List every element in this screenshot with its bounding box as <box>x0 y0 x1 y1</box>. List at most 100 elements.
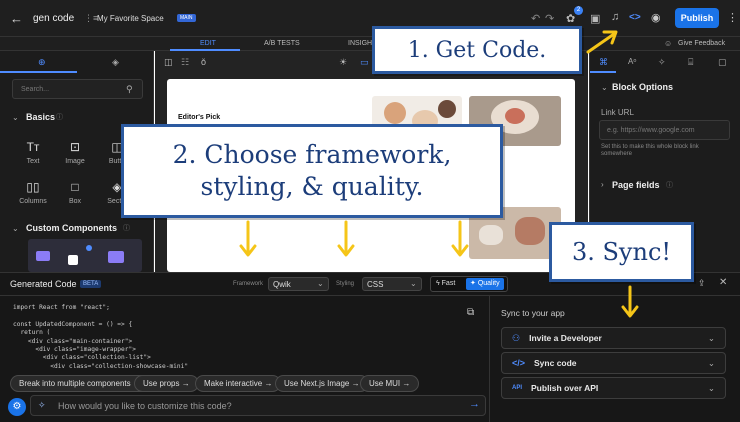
arrow-framework <box>239 220 257 257</box>
box-icon: □ <box>71 179 79 194</box>
custom-component-preview[interactable] <box>28 239 142 272</box>
quality-toggle[interactable]: ϟ Fast ✦ Quality <box>430 276 508 292</box>
page-fields-chevron-icon[interactable]: › <box>601 180 604 189</box>
undo-icon[interactable]: ↶ <box>531 12 540 25</box>
builder-app: ← gen code ⋮≡ My Favorite Space MAIN ↶ ↷… <box>0 0 740 422</box>
publish-button[interactable]: Publish <box>675 8 719 28</box>
callout-text: 3. Sync! <box>571 238 672 266</box>
chip-use-props[interactable]: Use props → <box>134 375 199 392</box>
code-icon[interactable]: <> <box>629 12 641 23</box>
chip-label: Make interactive <box>204 379 263 388</box>
chip-use-nextjs-image[interactable]: Use Next.js Image → <box>275 375 369 392</box>
block-columns[interactable]: ▯▯ Columns <box>16 175 50 209</box>
fast-option[interactable]: ϟ Fast <box>436 280 455 287</box>
callout-text: 2. Choose framework, <box>172 140 452 169</box>
redo-icon[interactable]: ↷ <box>545 12 554 25</box>
tile-label: Columns <box>19 197 47 205</box>
layers-tab-icon[interactable]: ◈ <box>112 57 119 68</box>
info-icon: ⓘ <box>123 225 130 232</box>
link-hint: Set this to make this whole block link s… <box>601 144 699 157</box>
sync-title: Sync to your app <box>501 308 565 318</box>
cup-shape <box>515 217 545 245</box>
share-icon[interactable]: ⇪ <box>698 278 706 289</box>
chevron-down-icon: ⌄ <box>410 279 417 288</box>
column-divider <box>489 295 490 422</box>
styling-select[interactable]: CSS ⌄ <box>362 277 422 291</box>
tab-ab-tests[interactable]: A/B TESTS <box>264 40 300 47</box>
space-name[interactable]: My Favorite Space <box>97 14 164 23</box>
calendar-icon[interactable]: ▣ <box>590 12 600 25</box>
link-url-input[interactable]: e.g. https://www.google.com <box>599 120 730 140</box>
bug-icon[interactable]: ✿ <box>566 12 575 25</box>
bell-icon[interactable]: ♫ <box>611 11 619 23</box>
page-fields-heading: Page fields <box>612 180 660 190</box>
block-box[interactable]: □ Box <box>58 175 92 209</box>
plate-shape <box>505 108 525 124</box>
basics-chevron-icon[interactable]: ⌄ <box>12 113 19 122</box>
framework-select[interactable]: Qwik ⌄ <box>268 277 329 291</box>
block-options-heading: Block Options <box>612 82 674 92</box>
preview-eye-icon[interactable]: ◉ <box>651 11 661 24</box>
settings-gear-icon[interactable]: ⚙ <box>8 398 26 416</box>
link-url-label: Link URL <box>601 108 634 117</box>
invite-developer-item[interactable]: ⚇ Invite a Developer ⌄ <box>501 327 726 349</box>
chip-label: Break into multiple components <box>19 379 131 388</box>
block-options-chevron-icon[interactable]: ⌄ <box>601 83 608 92</box>
code-line: <div class="image-wrapper"> <box>13 346 136 354</box>
close-icon[interactable]: ✕ <box>719 277 727 288</box>
more-menu-icon[interactable]: ⋮ <box>727 11 738 24</box>
custom-chevron-icon[interactable]: ⌄ <box>12 224 19 233</box>
block-image[interactable]: ⊡ Image <box>58 135 92 169</box>
search-icon: ⚲ <box>126 84 133 94</box>
editors-pick-heading: Editor's Pick <box>178 114 221 121</box>
sparkle-icon: ✧ <box>38 400 46 410</box>
data-tab-icon[interactable]: ⌸ <box>688 57 693 68</box>
comments-tab-icon[interactable]: ▢ <box>718 57 727 68</box>
interact-icon[interactable]: ǒ <box>201 57 206 67</box>
chip-label: Use MUI <box>369 379 401 388</box>
sync-item-label: Sync code <box>534 358 577 368</box>
chevron-down-icon: ⌄ <box>707 357 715 368</box>
code-line: return ( <box>13 329 51 337</box>
back-arrow-icon[interactable]: ← <box>10 11 23 26</box>
callout-get-code: 1. Get Code. <box>372 26 582 74</box>
animation-tab-icon[interactable]: ✧ <box>658 57 666 68</box>
code-line: <div class="collection-list"> <box>13 354 151 362</box>
customize-prompt-input[interactable]: ✧ How would you like to customize this c… <box>30 395 486 416</box>
insert-tab-icon[interactable]: ⊕ <box>38 57 46 68</box>
fast-label: Fast <box>441 280 456 287</box>
theme-icon[interactable]: ☀ <box>339 57 347 68</box>
give-feedback-link[interactable]: Give Feedback <box>678 40 725 47</box>
chip-break-components[interactable]: Break into multiple components → <box>10 375 150 392</box>
component-search-input[interactable]: Search... ⚲ <box>12 79 143 99</box>
diagram-node <box>86 245 92 251</box>
page-title[interactable]: gen code <box>33 13 74 24</box>
beta-badge: BETA <box>80 280 102 288</box>
diagram-node <box>108 251 124 263</box>
panel-icon[interactable]: ◫ <box>164 57 173 68</box>
diagram-node <box>68 255 78 265</box>
code-block[interactable]: import React from "react"; const Updated… <box>13 304 473 372</box>
desktop-icon[interactable]: ▭ <box>360 57 369 68</box>
chip-use-mui[interactable]: Use MUI → <box>360 375 420 392</box>
publish-over-api-item[interactable]: API Publish over API ⌄ <box>501 377 726 399</box>
copy-icon[interactable]: ⧉ <box>467 307 474 318</box>
sparkle-icon: ✦ <box>470 280 478 287</box>
block-text[interactable]: Tт Text <box>16 135 50 169</box>
tab-edit[interactable]: EDIT <box>200 40 216 47</box>
tab-insights[interactable]: INSIGH <box>348 40 372 47</box>
callout-text: 1. Get Code. <box>407 37 547 63</box>
send-arrow-icon[interactable]: → <box>469 398 480 410</box>
sync-code-item[interactable]: </> Sync code ⌄ <box>501 352 726 374</box>
feedback-icon: ☺ <box>664 39 673 48</box>
grid-icon[interactable]: ☷ <box>181 57 189 68</box>
typography-tab-icon[interactable]: Aᵒ <box>628 57 636 66</box>
chip-make-interactive[interactable]: Make interactive → <box>195 375 282 392</box>
search-placeholder: Search... <box>21 86 50 93</box>
basics-heading: Basics <box>26 112 56 122</box>
quality-option[interactable]: ✦ Quality <box>466 278 504 290</box>
tile-label: Image <box>65 157 85 165</box>
style-tab-icon[interactable]: ⌘ <box>599 57 608 68</box>
image-icon: ⊡ <box>69 139 81 154</box>
